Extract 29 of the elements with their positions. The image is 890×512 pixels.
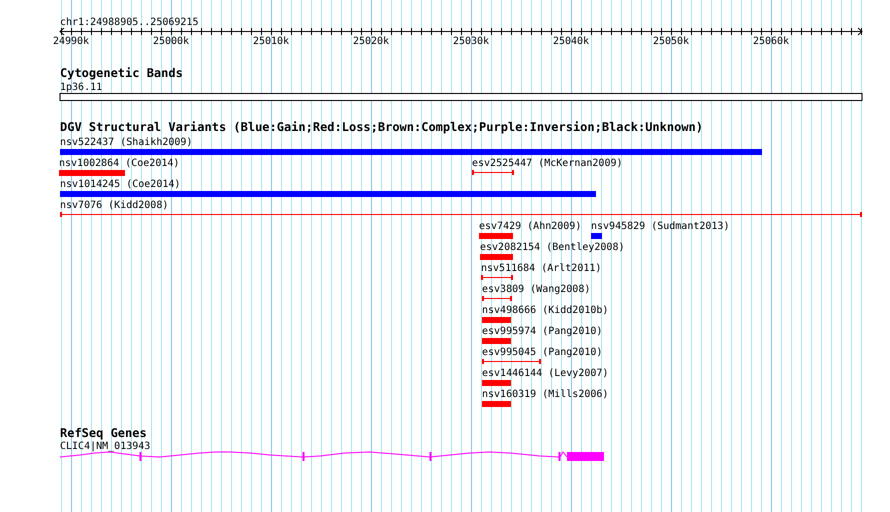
- ruler-label: 25040k: [552, 36, 590, 47]
- feature-label: nsv945829 (Sudmant2013): [591, 221, 730, 232]
- location-text: chr1:24988905..25069215: [60, 17, 198, 28]
- feature-label: esv995045 (Pang2010): [482, 347, 602, 358]
- ruler-label: 25050k: [652, 36, 690, 47]
- ruler-label: 25000k: [152, 36, 190, 47]
- feature-label: esv7429 (Ahn2009): [479, 221, 582, 232]
- gene-label: CLIC4|NM_013943: [60, 441, 150, 452]
- ruler-label: 25020k: [352, 36, 390, 47]
- feature-label: esv1446144 (Levy2007): [482, 368, 608, 379]
- ruler-label: 25030k: [452, 36, 490, 47]
- feature-label: esv995974 (Pang2010): [482, 326, 602, 337]
- track-title: RefSeq Genes: [60, 426, 147, 440]
- ruler-label: 25010k: [252, 36, 290, 47]
- feature-label: nsv522437 (Shaikh2009): [60, 137, 192, 148]
- feature-label: nsv498666 (Kidd2010b): [482, 305, 608, 316]
- feature-label: nsv7076 (Kidd2008): [60, 200, 168, 211]
- ruler-label: 24990k: [52, 36, 90, 47]
- feature-label: esv2082154 (Bentley2008): [480, 242, 624, 253]
- feature-label: nsv511684 (Arlt2011): [481, 263, 602, 274]
- feature-label: nsv1014245 (Coe2014): [60, 179, 180, 190]
- track-title: DGV Structural Variants (Blue:Gain;Red:Loss;Brown:Complex;Purple:Inversion;Black:Unknown): [60, 120, 703, 134]
- feature-label: esv3809 (Wang2008): [482, 284, 590, 295]
- band-label: 1p36.11: [60, 82, 102, 93]
- feature-label: nsv1002864 (Coe2014): [59, 158, 180, 169]
- ruler-label: 25060k: [752, 36, 790, 47]
- track-title: Cytogenetic Bands: [60, 66, 183, 80]
- feature-label: esv2525447 (McKernan2009): [472, 158, 623, 169]
- feature-label: nsv160319 (Mills2006): [482, 389, 608, 400]
